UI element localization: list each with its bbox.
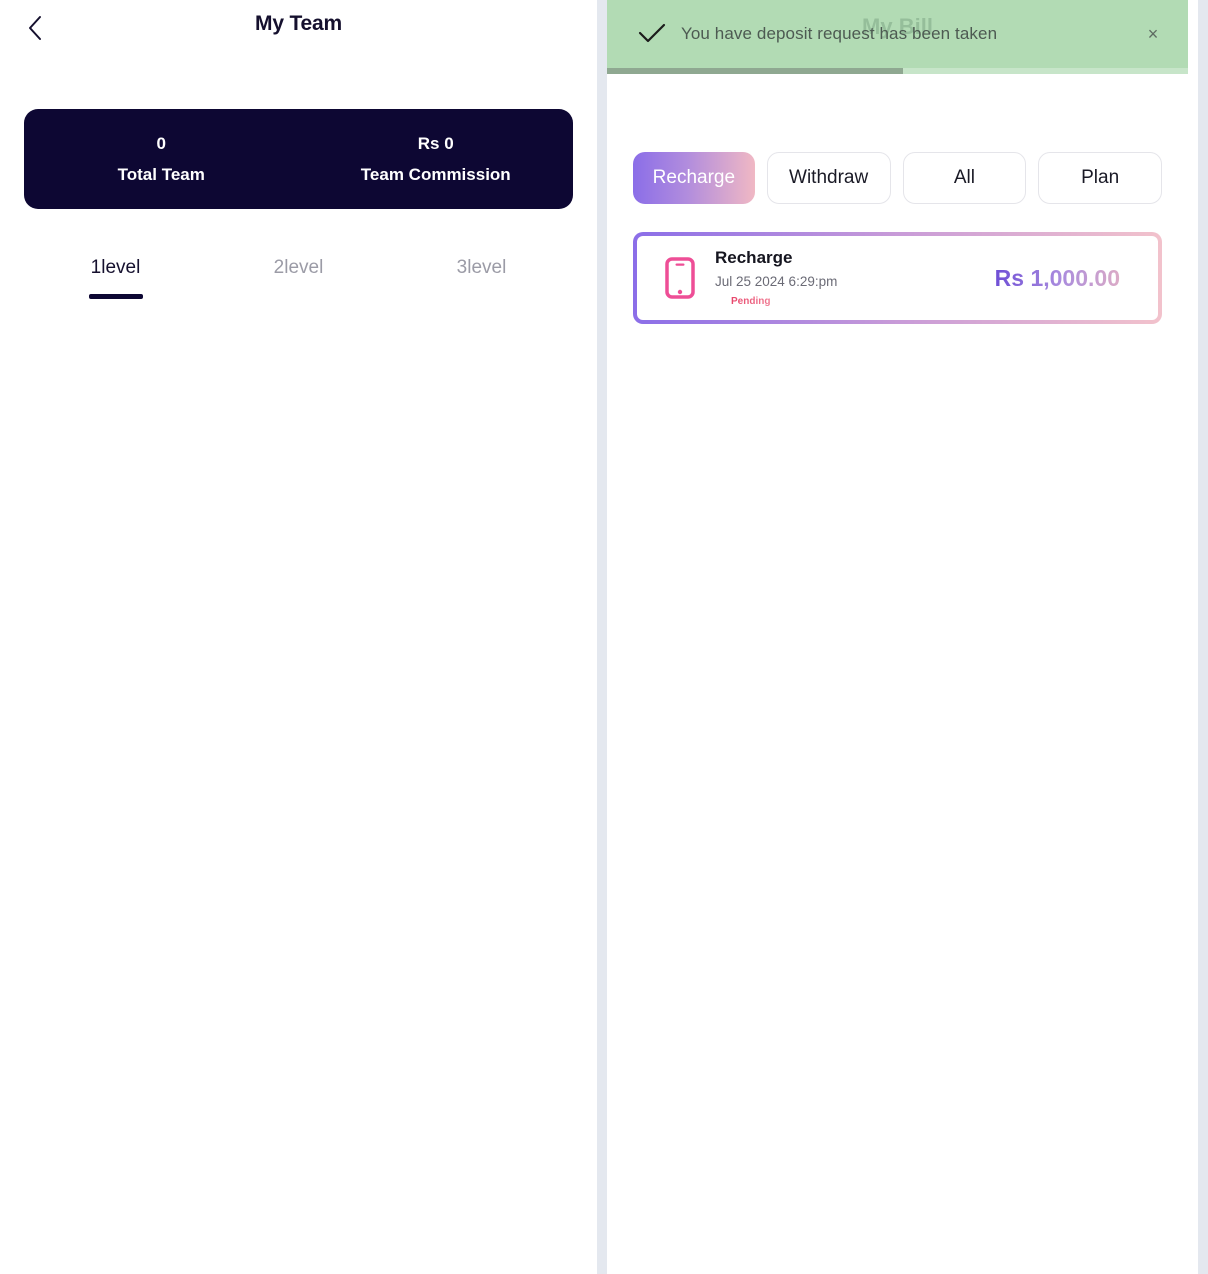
status-badge: Pending — [731, 295, 771, 307]
toast-progress-fill — [607, 68, 904, 74]
filter-recharge[interactable]: Recharge — [633, 152, 755, 204]
toast-message: You have deposit request has been taken — [681, 24, 998, 43]
my-team-panel: My Team 0 Total Team Rs 0 Team Commissio… — [0, 0, 597, 1274]
level-tabs: 1level 2level 3level — [0, 257, 597, 299]
bill-filter-group: Recharge Withdraw All Plan — [633, 152, 1162, 204]
stat-team-commission: Rs 0 Team Commission — [299, 133, 574, 185]
filter-withdraw[interactable]: Withdraw — [766, 152, 891, 204]
check-icon — [637, 19, 667, 49]
filter-plan[interactable]: Plan — [1038, 152, 1162, 204]
tab-1level[interactable]: 1level — [24, 257, 207, 299]
team-stats-card: 0 Total Team Rs 0 Team Commission — [24, 109, 573, 209]
transaction-title: Recharge — [715, 248, 793, 268]
transaction-list: Recharge Jul 25 2024 6:29:pm Pending Rs … — [633, 232, 1162, 324]
close-icon[interactable]: × — [1140, 21, 1166, 47]
my-bill-panel: My Bill You have deposit request has bee… — [607, 0, 1208, 1274]
team-commission-label: Team Commission — [360, 164, 511, 184]
transaction-date: Jul 25 2024 6:29:pm — [715, 274, 838, 290]
tab-2level[interactable]: 2level — [207, 257, 390, 299]
table-row[interactable]: Recharge Jul 25 2024 6:29:pm Pending Rs … — [633, 232, 1162, 324]
success-toast: You have deposit request has been taken … — [607, 0, 1188, 68]
transaction-amount: Rs 1,000.00 — [995, 265, 1136, 292]
panel-divider — [597, 0, 607, 1274]
level-list-empty-area — [0, 299, 597, 999]
toast-progress-track — [607, 68, 1188, 74]
total-team-value: 0 — [156, 134, 166, 154]
app-screen: My Team 0 Total Team Rs 0 Team Commissio… — [0, 0, 1208, 1274]
team-commission-value: Rs 0 — [417, 134, 454, 154]
page-title: My Team — [255, 12, 342, 35]
my-team-header: My Team — [0, 0, 597, 56]
tab-3level[interactable]: 3level — [390, 257, 573, 299]
filter-all[interactable]: All — [902, 152, 1027, 204]
mobile-phone-icon — [663, 256, 697, 300]
back-button[interactable] — [18, 11, 52, 45]
total-team-label: Total Team — [117, 164, 205, 184]
stat-total-team: 0 Total Team — [24, 133, 299, 185]
chevron-left-icon — [27, 15, 43, 41]
